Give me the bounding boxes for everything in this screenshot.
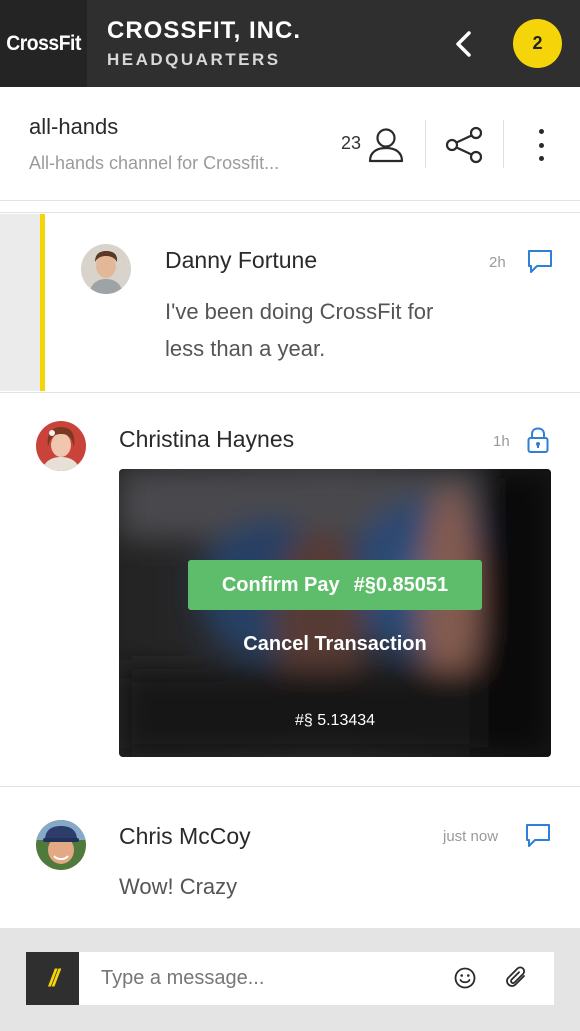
avatar-image	[36, 421, 86, 471]
more-dot	[538, 156, 544, 161]
message-text: less than a year.	[165, 336, 326, 361]
user-icon	[368, 128, 404, 163]
reply-icon	[526, 824, 550, 847]
smiley-icon	[454, 967, 476, 989]
message-item[interactable]: Christina Haynes 1h Confirm Pay #§0.8505…	[0, 392, 580, 787]
message-item[interactable]: Danny Fortune 2h I've been doing CrossFi…	[0, 214, 580, 391]
confirm-pay-amount: #§0.85051	[353, 573, 449, 596]
balance-amount: #§ 5.13434	[294, 712, 376, 729]
divider	[425, 120, 426, 168]
channel-name[interactable]: all-hands	[29, 114, 118, 140]
channel-description: All-hands channel for Crossfit...	[29, 153, 280, 173]
message-text: Wow! Crazy	[119, 874, 238, 899]
lock-icon	[527, 427, 549, 453]
channel-header: all-hands All-hands channel for Crossfit…	[0, 87, 580, 201]
message-author[interactable]: Christina Haynes	[119, 426, 294, 453]
reply-button[interactable]	[523, 820, 553, 850]
message-input[interactable]	[101, 962, 441, 995]
org-title: CROSSFIT, INC.	[107, 17, 302, 44]
share-icon	[445, 126, 483, 164]
more-dot	[538, 142, 544, 148]
message-item[interactable]: Chris McCoy just now Wow! Crazy	[0, 788, 580, 928]
share-button[interactable]	[444, 125, 484, 165]
message-time: 2h	[489, 254, 506, 271]
emoji-button[interactable]	[453, 966, 477, 990]
crossfit-logo[interactable]: CrossFit	[0, 0, 87, 87]
back-button[interactable]	[446, 24, 480, 64]
composer-menu-button[interactable]: //	[26, 952, 79, 1005]
confirm-pay-button[interactable]: Confirm Pay #§0.85051	[188, 560, 482, 610]
highlighted-message: Danny Fortune 2h I've been doing CrossFi…	[40, 214, 580, 391]
divider	[503, 120, 504, 168]
message-list[interactable]: Danny Fortune 2h I've been doing CrossFi…	[0, 202, 580, 928]
org-subtitle: HEADQUARTERS	[107, 50, 281, 69]
message-author[interactable]: Danny Fortune	[165, 247, 317, 274]
avatar[interactable]	[36, 421, 86, 471]
cancel-transaction-button[interactable]: Cancel Transaction	[119, 629, 551, 659]
composer-bar: //	[0, 928, 580, 1031]
payment-card: Confirm Pay #§0.85051 Cancel Transaction…	[119, 469, 551, 757]
lock-button[interactable]	[523, 425, 553, 455]
avatar[interactable]	[36, 820, 86, 870]
logo-text: CrossFit	[6, 31, 81, 55]
avatar-image	[36, 820, 86, 870]
chevron-left-icon	[456, 31, 471, 57]
members-button[interactable]	[366, 125, 406, 165]
more-dot	[538, 129, 544, 134]
attach-button[interactable]	[504, 965, 530, 991]
message-time: 1h	[493, 433, 510, 450]
avatar-image	[81, 244, 131, 294]
composer: //	[26, 952, 554, 1005]
member-count: 23	[341, 133, 362, 153]
notification-badge[interactable]: 2	[513, 19, 562, 68]
message-time: just now	[443, 828, 499, 845]
message-author[interactable]: Chris McCoy	[119, 823, 251, 850]
reply-button[interactable]	[525, 246, 555, 276]
message-text: I've been doing CrossFit for	[165, 299, 434, 324]
top-bar: CrossFit CROSSFIT, INC. HEADQUARTERS 2	[0, 0, 580, 87]
reply-icon	[528, 250, 552, 273]
list-top-spacer	[0, 202, 580, 213]
confirm-pay-label: Confirm Pay	[221, 573, 340, 596]
avatar[interactable]	[81, 244, 131, 294]
more-options-button[interactable]	[526, 127, 556, 163]
paperclip-icon	[506, 966, 526, 987]
